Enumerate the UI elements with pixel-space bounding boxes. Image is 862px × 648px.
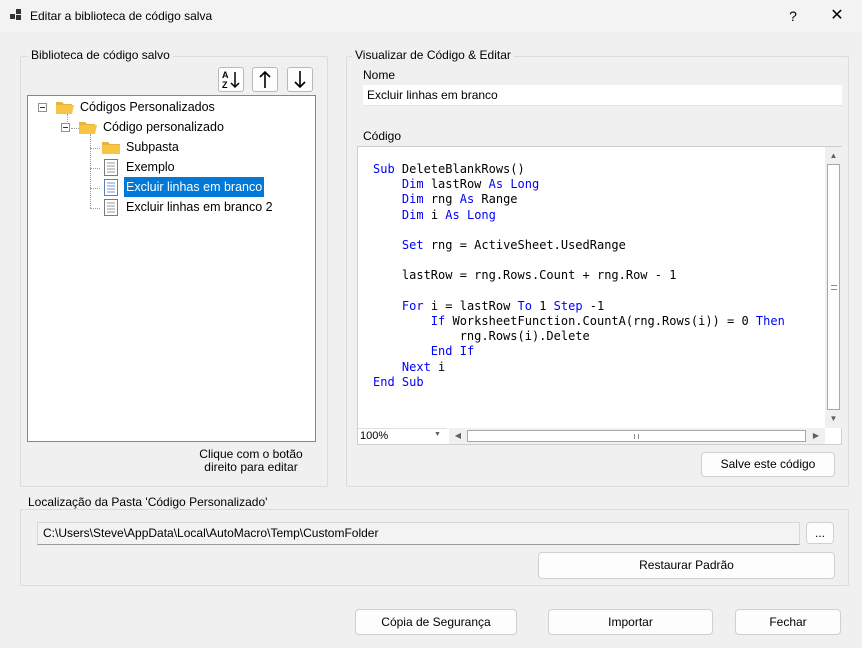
tree-node-label: Excluir linhas em branco 2 <box>126 200 273 214</box>
restore-default-button[interactable]: Restaurar Padrão <box>538 552 835 579</box>
app-icon <box>10 9 21 20</box>
tree-node-label: Código personalizado <box>103 120 224 134</box>
horizontal-scroll-thumb[interactable] <box>467 430 806 442</box>
code-label: Código <box>363 129 402 143</box>
save-code-button[interactable]: Salve este código <box>701 452 835 477</box>
folder-path-input[interactable]: C:\Users\Steve\AppData\Local\AutoMacro\T… <box>37 522 800 545</box>
arrow-up-icon <box>259 70 271 88</box>
svg-text:A: A <box>222 70 229 80</box>
help-button[interactable]: ? <box>776 4 810 28</box>
horizontal-scrollbar[interactable]: ◀ ▶ <box>449 428 825 444</box>
editor-group-label: Visualizar de Código & Editar <box>352 48 514 62</box>
chevron-down-icon: ▼ <box>434 431 441 438</box>
scroll-left-arrow-icon[interactable]: ◀ <box>451 428 465 444</box>
title-bar: Editar a biblioteca de código salva ? ✕ <box>0 0 862 32</box>
library-group-label: Biblioteca de código salvo <box>28 48 173 62</box>
folder-open-icon <box>79 122 97 134</box>
document-icon <box>104 199 118 216</box>
zoom-value: 100% <box>360 430 389 442</box>
edit-hint-line2: direito para editar <box>204 460 298 474</box>
folder-open-icon <box>56 102 74 114</box>
arrow-down-icon <box>294 71 306 89</box>
code-text[interactable]: Sub DeleteBlankRows() Dim lastRow As Lon… <box>373 162 785 390</box>
window-title: Editar a biblioteca de código salva <box>30 9 213 23</box>
scroll-down-arrow-icon[interactable]: ▼ <box>825 410 842 427</box>
move-up-button[interactable] <box>252 67 278 92</box>
code-library-tree[interactable]: Códigos Personalizados Código personaliz… <box>27 95 316 442</box>
name-input[interactable]: Excluir linhas em branco <box>363 85 842 106</box>
move-down-button[interactable] <box>287 67 313 92</box>
close-button[interactable]: Fechar <box>735 609 841 635</box>
tree-node-label: Exemplo <box>126 160 175 174</box>
collapse-icon[interactable] <box>61 123 70 132</box>
tree-node-label-selected: Excluir linhas em branco <box>124 177 265 197</box>
edit-hint: Clique com o botão direito para editar <box>196 448 306 474</box>
sort-az-button[interactable]: A Z <box>218 67 244 92</box>
sort-az-icon: A Z <box>222 70 240 90</box>
tree-node-label: Subpasta <box>126 140 179 154</box>
scroll-right-arrow-icon[interactable]: ▶ <box>809 428 823 444</box>
document-icon <box>104 179 118 196</box>
collapse-icon[interactable] <box>38 103 47 112</box>
close-window-button[interactable]: ✕ <box>820 4 854 28</box>
tree-node-label: Códigos Personalizados <box>80 100 215 114</box>
zoom-dropdown[interactable]: 100% ▼ <box>358 428 447 444</box>
location-group-label: Localização da Pasta 'Código Personaliza… <box>25 495 271 509</box>
backup-button[interactable]: Cópia de Segurança <box>355 609 517 635</box>
folder-icon <box>102 142 120 154</box>
document-icon <box>104 159 118 176</box>
code-editor[interactable]: Sub DeleteBlankRows() Dim lastRow As Lon… <box>357 146 842 445</box>
svg-text:Z: Z <box>222 80 228 90</box>
browse-folder-button[interactable]: ... <box>806 522 834 544</box>
vertical-scroll-thumb[interactable] <box>827 164 840 410</box>
scroll-up-arrow-icon[interactable]: ▲ <box>825 147 842 164</box>
import-button[interactable]: Importar <box>548 609 713 635</box>
vertical-scrollbar[interactable]: ▲ ▼ <box>825 147 842 428</box>
name-label: Nome <box>363 68 396 82</box>
